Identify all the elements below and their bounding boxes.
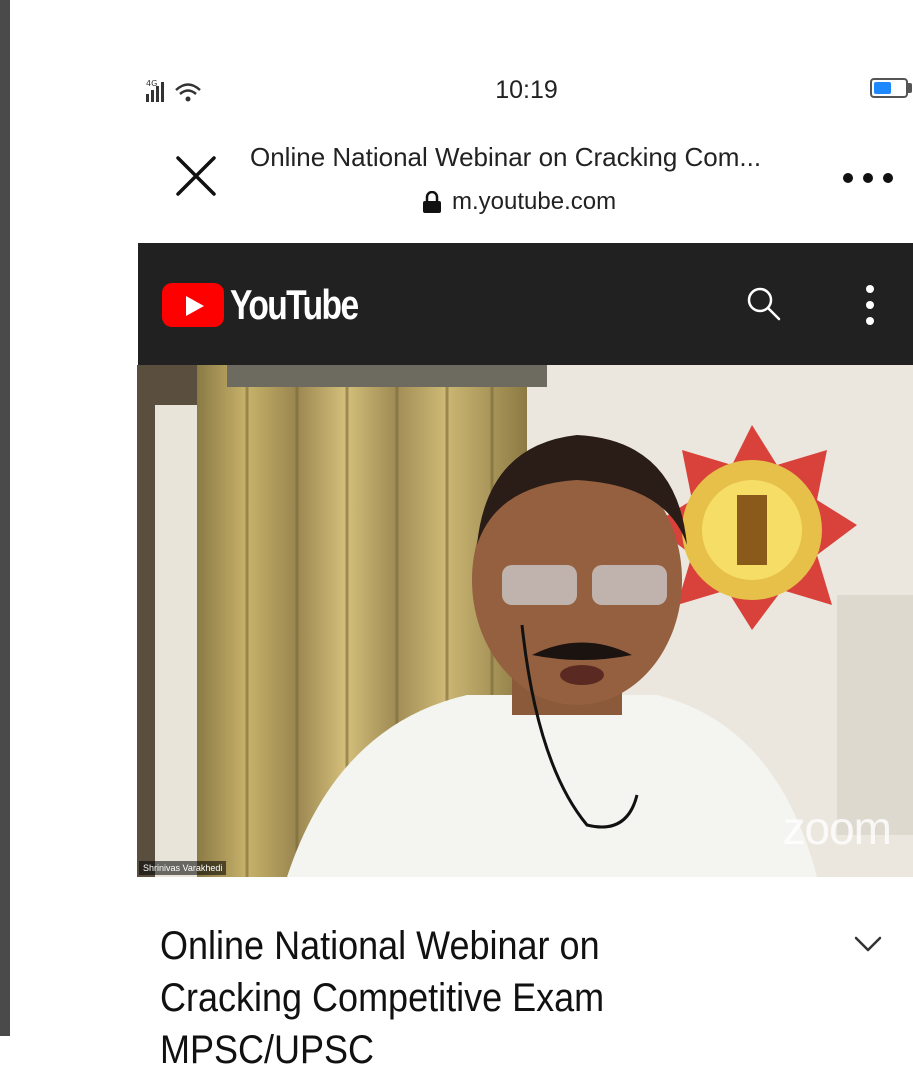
youtube-play-icon xyxy=(162,283,224,327)
video-title: Online National Webinar on Cracking Comp… xyxy=(160,924,605,1072)
status-time: 10:19 xyxy=(495,76,558,104)
participant-name-label: Shrinivas Varakhedi xyxy=(139,861,227,875)
youtube-header: YouTube xyxy=(138,243,913,365)
url-display: m.youtube.com xyxy=(422,188,616,216)
battery-icon xyxy=(870,78,908,98)
video-player[interactable]: Shrinivas Varakhedi zoom xyxy=(137,365,913,877)
browser-header: Online National Webinar on Cracking Com.… xyxy=(140,130,913,230)
left-frame-gap xyxy=(10,0,20,1036)
youtube-logo[interactable]: YouTube xyxy=(162,281,389,329)
status-bar: 4G 10:19 xyxy=(140,70,913,110)
search-icon[interactable] xyxy=(743,283,783,323)
more-vertical-icon[interactable] xyxy=(860,283,880,327)
chevron-down-icon[interactable] xyxy=(850,932,886,956)
battery-level xyxy=(874,82,891,94)
left-frame-border xyxy=(0,0,10,1036)
close-icon[interactable] xyxy=(168,148,224,204)
page-title: Online National Webinar on Cracking Com.… xyxy=(250,142,762,172)
youtube-wordmark: YouTube xyxy=(230,281,359,328)
page-url: m.youtube.com xyxy=(452,188,617,215)
lock-icon xyxy=(423,191,441,213)
zoom-watermark: zoom xyxy=(782,802,892,854)
battery-tip xyxy=(908,83,912,93)
more-horizontal-icon[interactable] xyxy=(840,166,900,190)
